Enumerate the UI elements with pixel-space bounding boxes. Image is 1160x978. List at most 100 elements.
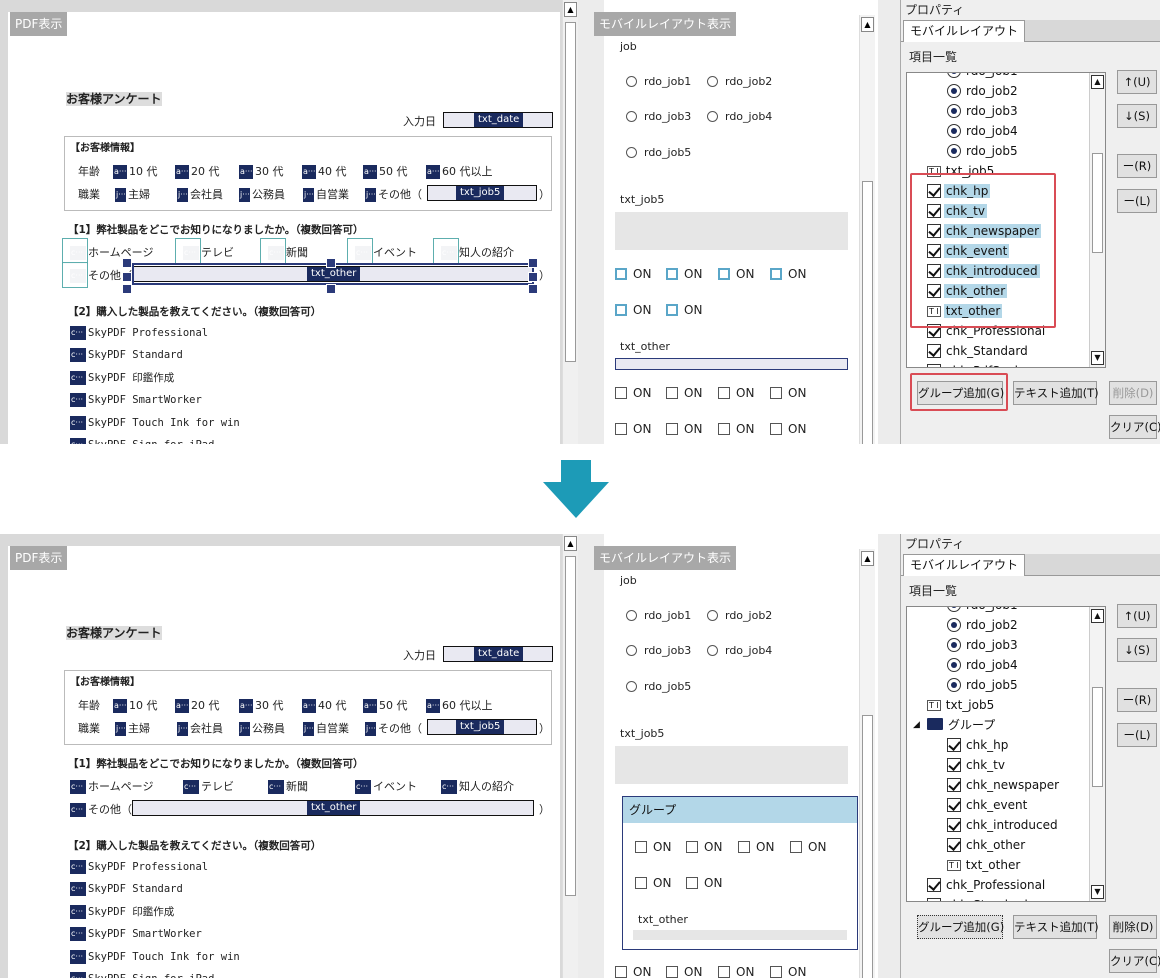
tree-item[interactable]: chk_Standard	[927, 895, 1030, 901]
scroll-thumb[interactable]	[862, 715, 873, 978]
selected-field-icon[interactable]	[433, 238, 459, 264]
indent-left-button[interactable]: ー(L)	[1117, 723, 1157, 747]
tree-item[interactable]: ◢ グループ	[913, 715, 997, 735]
pdf-scrollbar[interactable]: ▲	[562, 534, 578, 978]
txt-date-field[interactable]: txt_date	[443, 646, 553, 662]
on-checkbox[interactable]	[615, 304, 627, 316]
on-checkbox[interactable]	[635, 877, 647, 889]
on-checkbox[interactable]	[718, 966, 730, 978]
tree-item[interactable]: rdo_job1	[947, 607, 1020, 615]
tree-item[interactable]: chk_newspaper	[947, 775, 1061, 795]
resize-handle[interactable]	[122, 272, 132, 282]
tab-mobile-layout[interactable]: モバイルレイアウト	[903, 20, 1026, 42]
tree-item[interactable]: chk_introduced	[947, 815, 1060, 835]
scroll-down-icon[interactable]: ▼	[1091, 351, 1104, 365]
txt-job5-field[interactable]: txt_job5	[427, 719, 537, 735]
age-checkbox[interactable]: a···	[239, 699, 253, 713]
age-checkbox[interactable]: a···	[363, 699, 377, 713]
job-radio[interactable]: j···	[177, 188, 188, 202]
tree-item[interactable]: rdo_job2	[947, 81, 1020, 101]
scroll-up-icon[interactable]: ▲	[1091, 609, 1104, 623]
on-checkbox[interactable]	[615, 268, 627, 280]
tree-item[interactable]: T I txt_other	[947, 855, 1022, 875]
on-checkbox[interactable]	[738, 841, 750, 853]
scroll-thumb[interactable]	[862, 181, 873, 444]
tree-item[interactable]: chk_Standard	[927, 341, 1030, 361]
age-checkbox[interactable]: a···	[363, 165, 377, 179]
mobile-scrollbar[interactable]: ▲	[859, 15, 875, 444]
tree-item[interactable]: chk_PdfSeal	[927, 361, 1020, 367]
age-checkbox[interactable]: a···	[426, 699, 440, 713]
tree-item[interactable]: T I txt_job5	[927, 695, 996, 715]
q2-checkbox[interactable]: c···	[70, 882, 86, 897]
job-radio[interactable]: j···	[303, 188, 314, 202]
move-up-button[interactable]: ↑(U)	[1117, 604, 1157, 628]
tree-item[interactable]: chk_other	[947, 835, 1027, 855]
radio-job1[interactable]	[626, 76, 637, 87]
selected-field-icon[interactable]	[62, 262, 88, 288]
q2-checkbox[interactable]: c···	[70, 393, 86, 408]
radio-job4[interactable]	[707, 111, 718, 122]
scroll-down-icon[interactable]: ▼	[1091, 885, 1104, 899]
age-checkbox[interactable]: a···	[113, 165, 127, 179]
delete-button[interactable]: 削除(D)	[1109, 381, 1157, 405]
move-down-button[interactable]: ↓(S)	[1117, 638, 1157, 662]
radio-job3[interactable]	[626, 645, 637, 656]
q2-checkbox[interactable]: c···	[70, 326, 86, 340]
tree-scrollbar[interactable]: ▲ ▼	[1089, 607, 1105, 901]
tree-scrollbar[interactable]: ▲ ▼	[1089, 73, 1105, 367]
tree-item[interactable]: chk_tv	[947, 755, 1007, 775]
age-checkbox[interactable]: a···	[113, 699, 127, 713]
scroll-up-icon[interactable]: ▲	[861, 551, 874, 566]
on-checkbox[interactable]	[666, 268, 678, 280]
q2-checkbox[interactable]: c···	[70, 348, 86, 363]
q1-other-checkbox[interactable]: c···	[70, 803, 86, 817]
on-checkbox[interactable]	[635, 841, 647, 853]
tree-item[interactable]: rdo_job2	[947, 615, 1020, 635]
resize-handle[interactable]	[326, 284, 336, 294]
scroll-thumb[interactable]	[565, 22, 576, 362]
resize-handle[interactable]	[528, 258, 538, 268]
on-checkbox[interactable]	[770, 966, 782, 978]
q1-checkbox[interactable]: c···	[70, 780, 86, 794]
q2-checkbox[interactable]: c···	[70, 415, 86, 430]
group-add-button[interactable]: グループ追加(G)	[917, 915, 1004, 939]
q2-checkbox[interactable]: c···	[70, 904, 86, 919]
on-checkbox[interactable]	[615, 966, 627, 978]
txt-other-input[interactable]	[633, 930, 847, 940]
txt-date-field[interactable]: txt_date	[443, 112, 553, 128]
age-checkbox[interactable]: a···	[302, 165, 316, 179]
on-checkbox[interactable]	[686, 877, 698, 889]
on-checkbox[interactable]	[770, 423, 782, 435]
tree-item[interactable]: chk_event	[947, 795, 1029, 815]
radio-job4[interactable]	[707, 645, 718, 656]
scroll-thumb[interactable]	[565, 556, 576, 896]
on-checkbox[interactable]	[790, 841, 802, 853]
selected-field-icon[interactable]	[175, 238, 201, 264]
tree-item[interactable]: chk_Professional	[927, 875, 1047, 895]
clear-button[interactable]: クリア(C)	[1109, 949, 1160, 973]
indent-right-button[interactable]: ー(R)	[1117, 154, 1157, 178]
txt-other-input[interactable]	[615, 358, 848, 370]
on-checkbox[interactable]	[770, 268, 782, 280]
tree-item[interactable]: rdo_job4	[947, 121, 1020, 141]
age-checkbox[interactable]: a···	[302, 699, 316, 713]
indent-left-button[interactable]: ー(L)	[1117, 189, 1157, 213]
job-radio[interactable]: j···	[115, 722, 126, 736]
job-radio[interactable]: j···	[239, 188, 250, 202]
radio-job2[interactable]	[707, 610, 718, 621]
job-radio[interactable]: j···	[303, 722, 314, 736]
expand-icon[interactable]: ◢	[913, 715, 920, 735]
age-checkbox[interactable]: a···	[175, 699, 189, 713]
tree-item[interactable]: rdo_job3	[947, 101, 1020, 121]
on-checkbox[interactable]	[666, 966, 678, 978]
txt-job5-input[interactable]	[615, 212, 848, 250]
pdf-scrollbar[interactable]: ▲	[562, 0, 578, 444]
txt-other-field[interactable]: txt_other	[132, 800, 534, 816]
tree-item[interactable]: rdo_job5	[947, 141, 1020, 161]
text-add-button[interactable]: テキスト追加(T)	[1013, 915, 1099, 939]
resize-handle[interactable]	[528, 284, 538, 294]
indent-right-button[interactable]: ー(R)	[1117, 688, 1157, 712]
selected-field-icon[interactable]	[347, 238, 373, 264]
q2-checkbox[interactable]: c···	[70, 860, 86, 874]
